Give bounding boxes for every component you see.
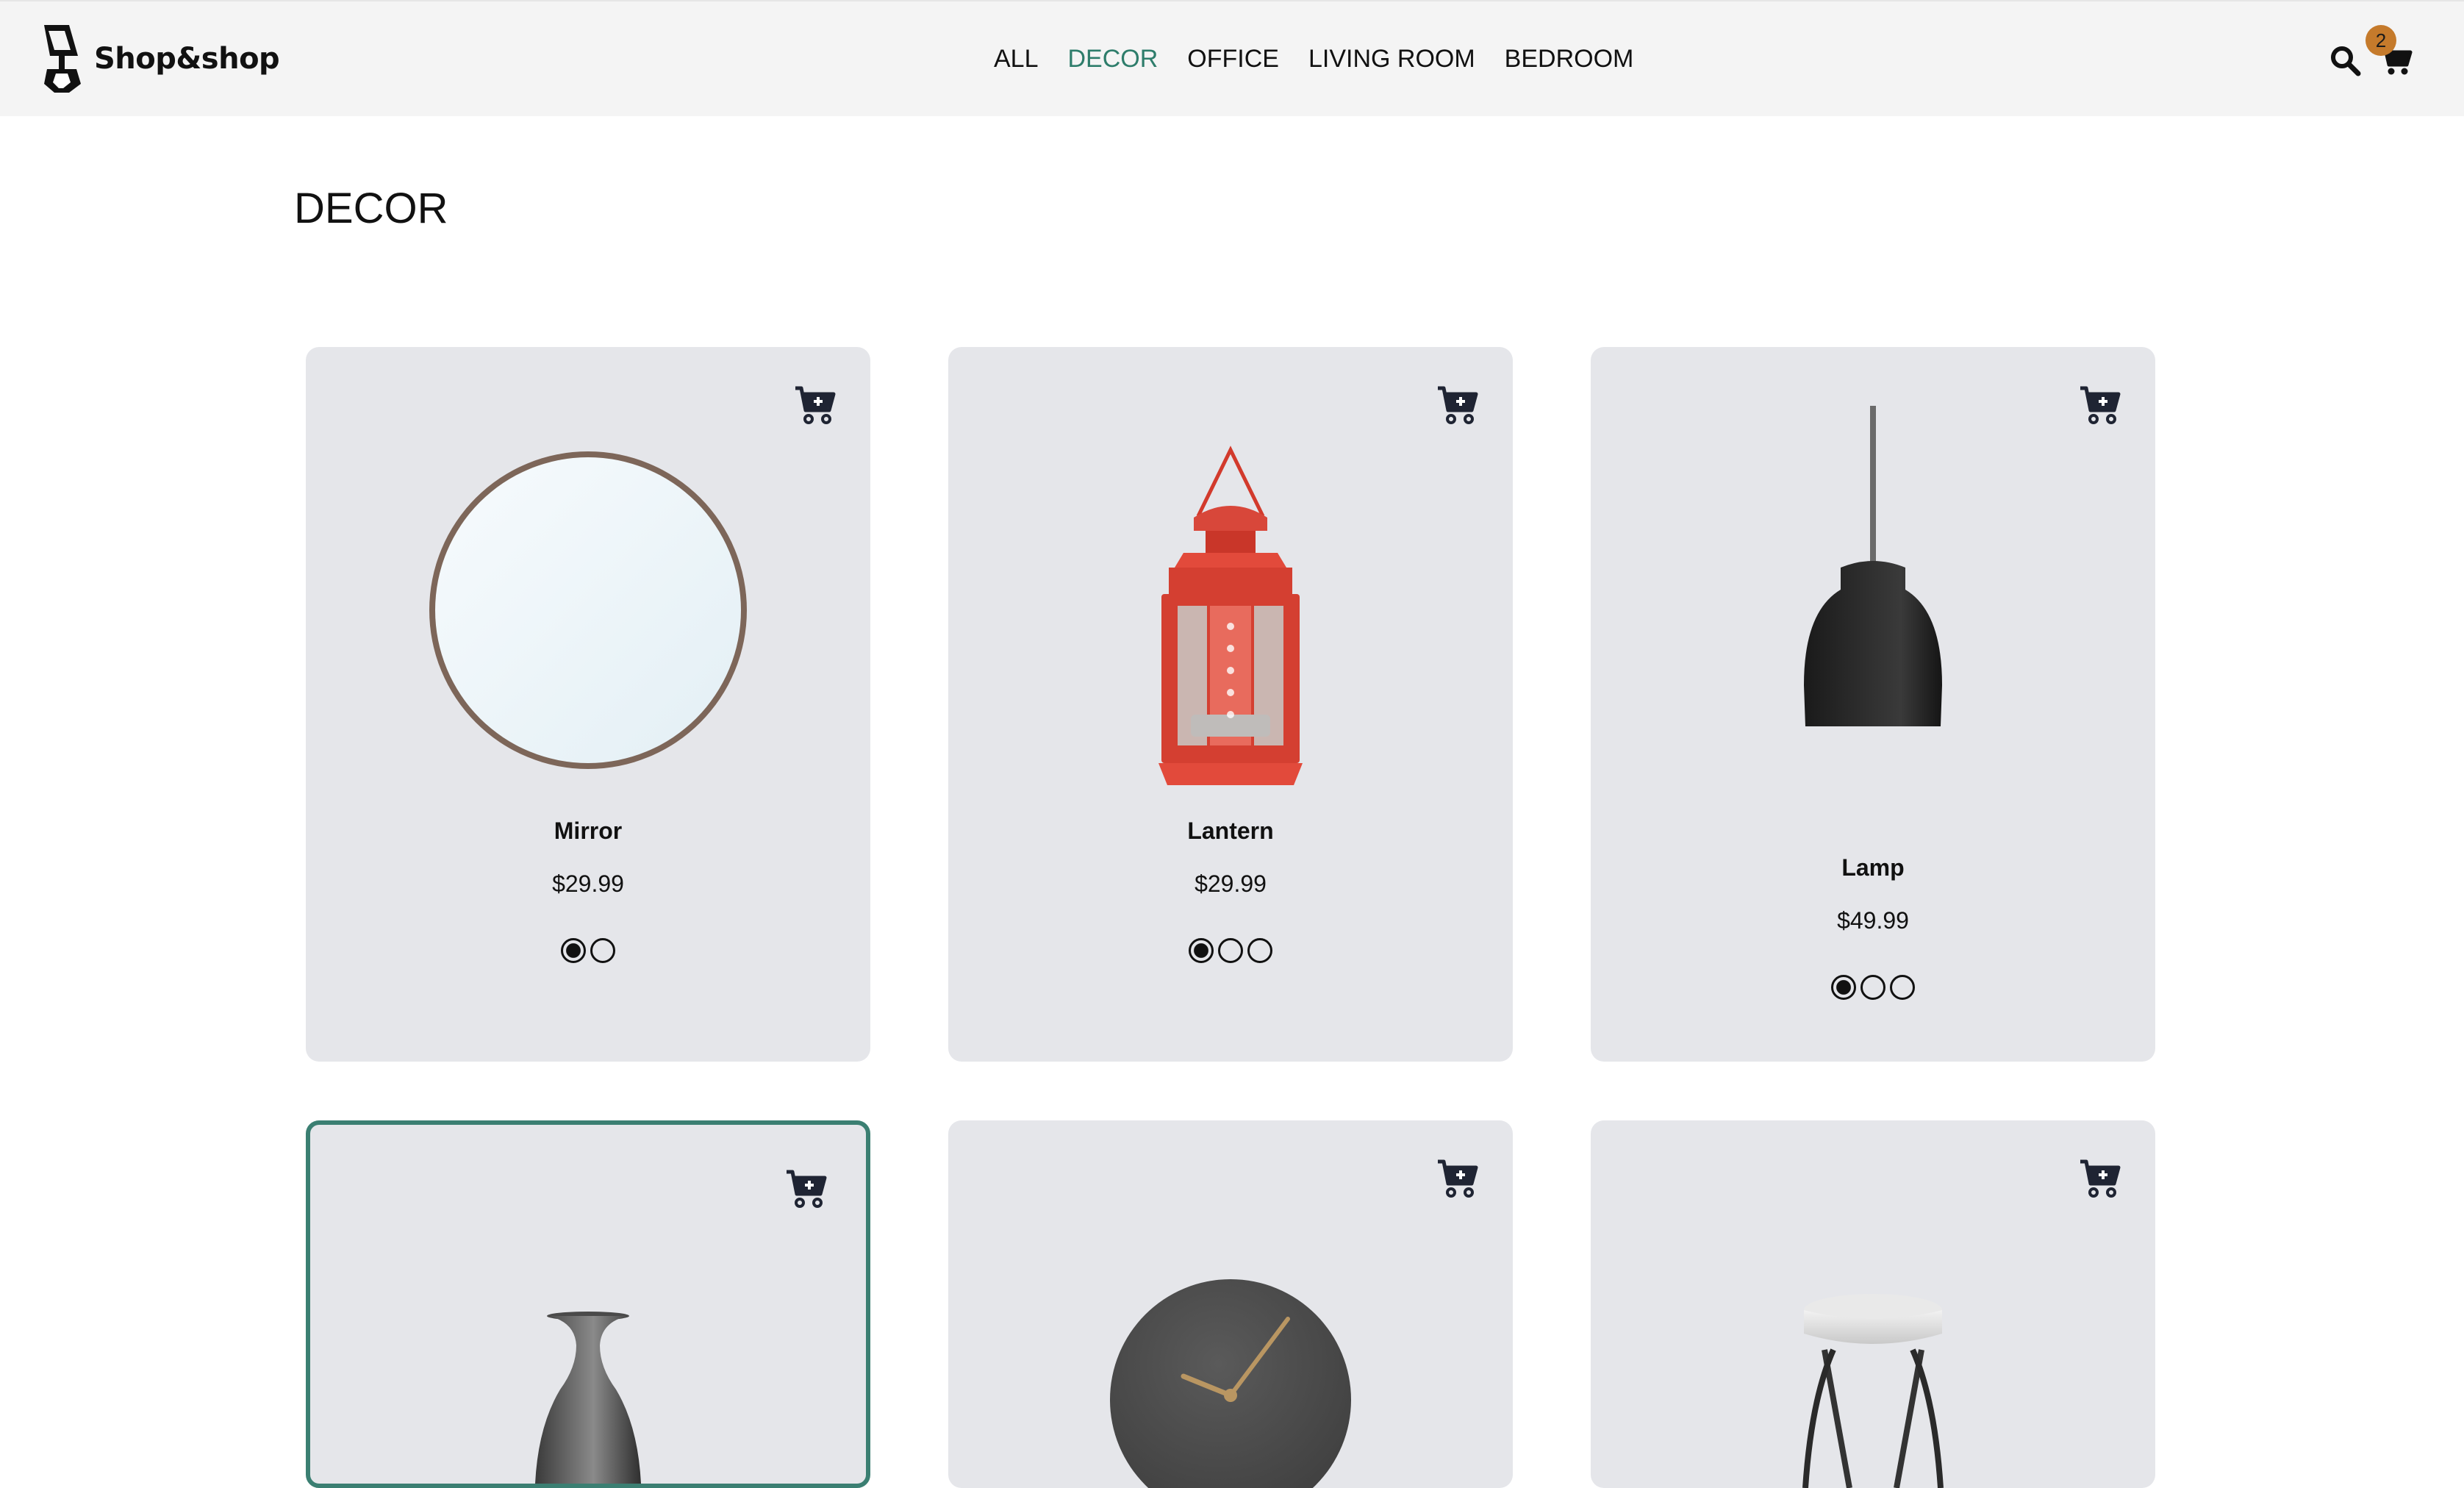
- product-price: $29.99: [552, 870, 624, 897]
- nav-item-decor[interactable]: DECOR: [1068, 37, 1158, 81]
- cart-count-badge: 2: [2365, 25, 2396, 56]
- color-swatch[interactable]: [1890, 975, 1915, 1000]
- color-swatch[interactable]: [1189, 938, 1214, 963]
- product-name: Lamp: [1841, 854, 1905, 881]
- vase-image: [535, 1312, 641, 1484]
- nav-item-office[interactable]: OFFICE: [1187, 37, 1279, 81]
- pendant-lamp-image: [1804, 406, 1942, 726]
- clock-image: [1110, 1279, 1351, 1488]
- site-header: Shop&shop ALL DECOR OFFICE LIVING ROOM B…: [0, 0, 2464, 116]
- brand-logo[interactable]: Shop&shop: [40, 24, 280, 94]
- color-swatch[interactable]: [561, 938, 586, 963]
- stool-image: [1802, 1294, 1944, 1488]
- product-price: $29.99: [1195, 870, 1267, 897]
- search-icon[interactable]: [2329, 44, 2361, 76]
- page-title: DECOR: [294, 185, 448, 232]
- product-card-clock[interactable]: [948, 1120, 1513, 1488]
- color-swatch[interactable]: [1247, 938, 1272, 963]
- lamp-logo-icon: [44, 25, 81, 93]
- product-card-lantern[interactable]: Lantern $29.99: [948, 347, 1513, 1062]
- color-swatches: [948, 938, 1513, 963]
- product-name: Mirror: [554, 818, 623, 844]
- product-name: Lantern: [1187, 818, 1274, 844]
- nav-item-all[interactable]: ALL: [994, 37, 1039, 81]
- color-swatches: [306, 938, 870, 963]
- product-card-stool[interactable]: [1591, 1120, 2155, 1488]
- nav-item-bedroom[interactable]: BEDROOM: [1505, 37, 1634, 81]
- color-swatches: [1591, 975, 2155, 1000]
- product-card-mirror[interactable]: Mirror $29.99: [306, 347, 870, 1062]
- product-card-vase[interactable]: [306, 1120, 870, 1488]
- product-card-lamp[interactable]: Lamp $49.99: [1591, 347, 2155, 1062]
- category-nav: ALL DECOR OFFICE LIVING ROOM BEDROOM: [994, 37, 1633, 81]
- color-swatch[interactable]: [1860, 975, 1885, 1000]
- color-swatch[interactable]: [590, 938, 615, 963]
- color-swatch[interactable]: [1831, 975, 1856, 1000]
- color-swatch[interactable]: [1218, 938, 1243, 963]
- product-price: $49.99: [1837, 907, 1909, 934]
- brand-name: Shop&shop: [94, 42, 280, 76]
- nav-item-living-room[interactable]: LIVING ROOM: [1308, 37, 1475, 81]
